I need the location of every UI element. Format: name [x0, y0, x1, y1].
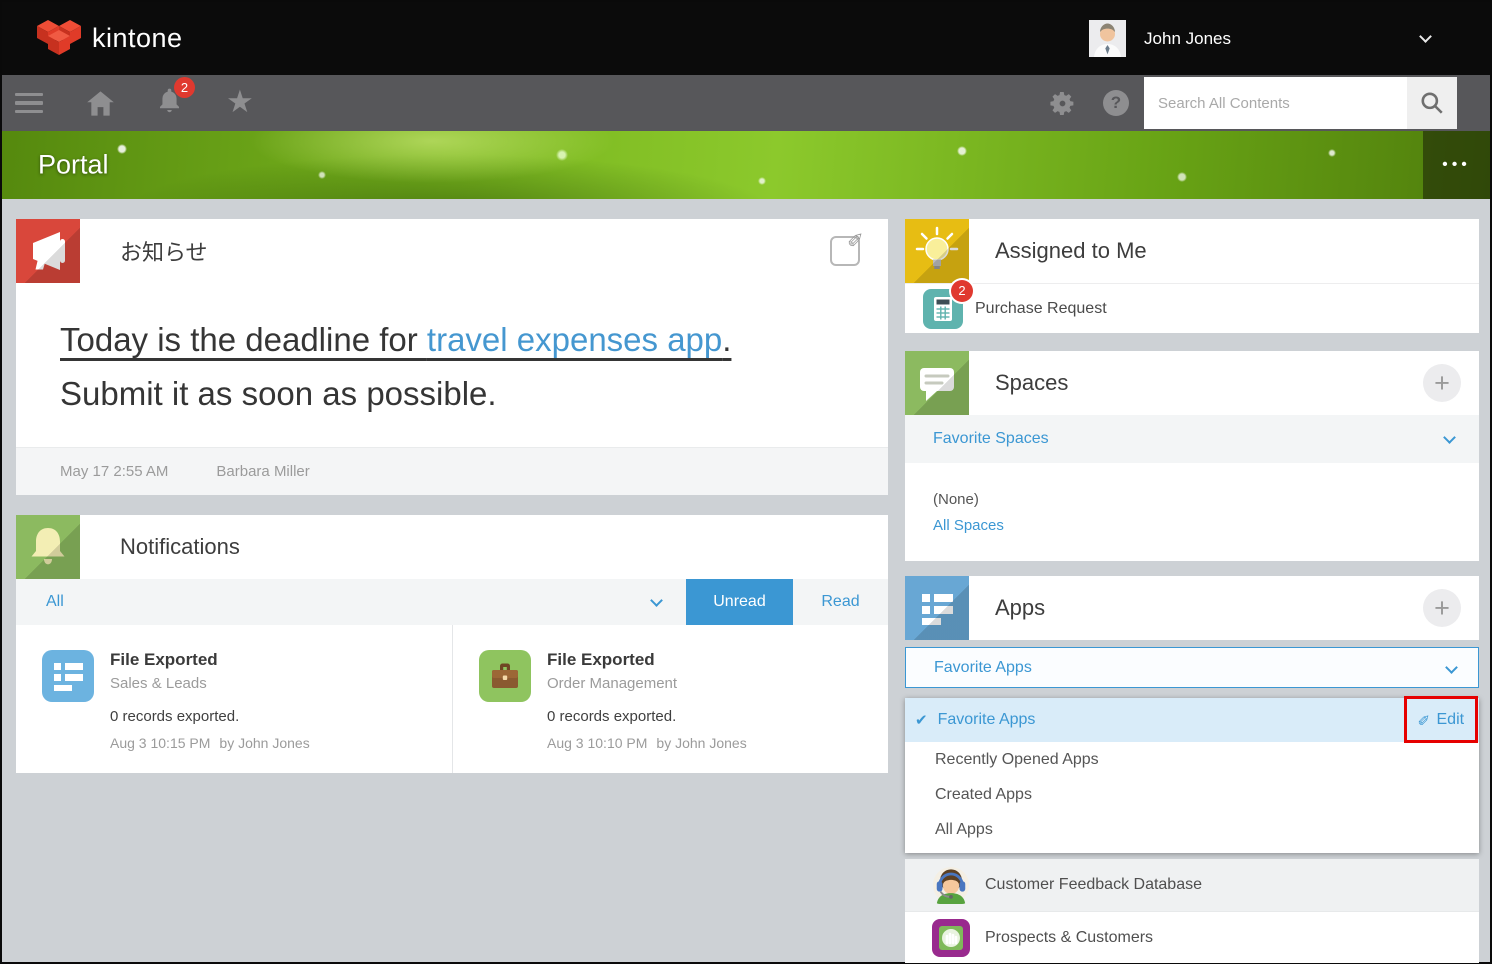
- search-bar: [1144, 77, 1457, 129]
- travel-expenses-link[interactable]: travel expenses app: [427, 321, 722, 358]
- spaces-panel: Spaces + Favorite Spaces (None) All Spac…: [905, 351, 1479, 561]
- assigned-panel: Assigned to Me: [905, 219, 1479, 333]
- dropdown-item-favorite-apps[interactable]: ✔ Favorite Apps ✎ Edit: [905, 698, 1479, 742]
- cover-header: Portal •••: [2, 131, 1490, 199]
- spaces-title: Spaces: [995, 370, 1068, 396]
- notifications-filter-chevron-icon[interactable]: [650, 594, 663, 607]
- apps-title: Apps: [995, 595, 1045, 621]
- notification-time: Aug 3 10:10 PM: [547, 735, 647, 751]
- announcement-period: .: [722, 321, 731, 358]
- apps-filter-dropdown: ✔ Favorite Apps ✎ Edit Recently Opened A…: [905, 698, 1479, 853]
- portal-options-button[interactable]: •••: [1423, 131, 1490, 199]
- bell-panel-icon: [16, 515, 80, 579]
- dropdown-item-recently-opened-apps[interactable]: Recently Opened Apps: [905, 742, 1479, 777]
- apps-filter-chevron-icon: [1445, 661, 1458, 674]
- user-name[interactable]: John Jones: [1144, 29, 1231, 49]
- search-input[interactable]: [1144, 77, 1407, 129]
- apps-panel: Apps + Favorite Apps ✔ Favorite Apps ✎ E…: [905, 576, 1479, 963]
- notification-item[interactable]: File Exported Sales & Leads 0 records ex…: [16, 625, 452, 773]
- search-button[interactable]: [1407, 77, 1457, 129]
- add-app-button[interactable]: +: [1423, 589, 1461, 627]
- assigned-count-badge: 2: [951, 280, 973, 302]
- table-app-icon: [42, 650, 94, 702]
- app-name: Prospects & Customers: [985, 929, 1153, 947]
- announcement-author: Barbara Miller: [216, 463, 309, 480]
- notification-title: File Exported: [110, 650, 310, 670]
- toolbar: 2 ★ ?: [2, 75, 1490, 131]
- search-icon: [1419, 90, 1445, 116]
- lightbulb-icon: [905, 219, 969, 283]
- announcement-line1: Today is the deadline for travel expense…: [60, 321, 844, 359]
- megaphone-icon: [16, 219, 80, 283]
- notification-count-badge: 2: [174, 77, 195, 98]
- assigned-title: Assigned to Me: [995, 238, 1147, 264]
- favorites-star-icon[interactable]: ★: [226, 86, 254, 117]
- unread-tab-button[interactable]: Unread: [686, 579, 793, 625]
- app-name: Customer Feedback Database: [985, 876, 1202, 894]
- notifications-bell-icon[interactable]: 2: [156, 87, 183, 120]
- menu-hamburger-icon[interactable]: [15, 93, 43, 114]
- spaces-filter-chevron-icon[interactable]: [1443, 431, 1456, 444]
- kintone-logo-icon: [36, 19, 82, 59]
- apps-filter-select[interactable]: Favorite Apps: [905, 647, 1479, 688]
- app-row-prospects-customers[interactable]: Prospects & Customers: [905, 911, 1479, 963]
- notification-app-name: Sales & Leads: [110, 675, 310, 692]
- assigned-item-purchase-request[interactable]: 2 Purchase Request: [905, 283, 1479, 333]
- announcement-date: May 17 2:55 AM: [60, 463, 168, 480]
- notification-author: by John Jones: [219, 735, 309, 751]
- hand-app-icon: [932, 919, 970, 957]
- user-menu-chevron-icon[interactable]: [1419, 30, 1432, 43]
- read-tab-button[interactable]: Read: [793, 579, 888, 625]
- notification-time: Aug 3 10:15 PM: [110, 735, 210, 751]
- announcement-text: Today is the deadline for: [60, 321, 427, 358]
- edit-label: Edit: [1437, 711, 1465, 729]
- notification-title: File Exported: [547, 650, 747, 670]
- spaces-filter-bar: Favorite Spaces: [905, 415, 1479, 463]
- all-spaces-link[interactable]: All Spaces: [933, 517, 1479, 534]
- apps-filter-value: Favorite Apps: [934, 659, 1032, 677]
- help-icon[interactable]: ?: [1103, 90, 1129, 116]
- notification-message: 0 records exported.: [547, 708, 747, 725]
- apps-list-icon: [905, 576, 969, 640]
- settings-gear-icon[interactable]: [1048, 89, 1077, 118]
- briefcase-app-icon: [479, 650, 531, 702]
- notifications-filter-bar: All Unread Read: [16, 579, 888, 625]
- brand-name: kintone: [92, 23, 183, 54]
- spaces-filter-label[interactable]: Favorite Spaces: [933, 430, 1049, 448]
- speech-bubble-icon: [905, 351, 969, 415]
- check-icon: ✔: [915, 711, 928, 729]
- notifications-title: Notifications: [120, 534, 240, 560]
- notification-author: by John Jones: [656, 735, 746, 751]
- dropdown-item-all-apps[interactable]: All Apps: [905, 812, 1479, 847]
- top-bar: kintone John Jones: [2, 2, 1490, 75]
- app-row-customer-feedback-database[interactable]: Customer Feedback Database: [905, 859, 1479, 911]
- dropdown-item-created-apps[interactable]: Created Apps: [905, 777, 1479, 812]
- announcement-line2: Submit it as soon as possible.: [60, 375, 844, 413]
- user-avatar[interactable]: [1089, 20, 1126, 57]
- announcement-panel: お知らせ ✎ Today is the deadline for travel …: [16, 219, 888, 495]
- home-icon[interactable]: [86, 90, 115, 117]
- pencil-icon: ✎: [1415, 713, 1433, 726]
- edit-announcement-icon[interactable]: ✎: [830, 236, 860, 266]
- portal-content: お知らせ ✎ Today is the deadline for travel …: [2, 199, 1490, 962]
- assigned-item-label: Purchase Request: [975, 300, 1107, 318]
- announcement-title: お知らせ: [120, 235, 208, 267]
- edit-highlight-annotation: ✎ Edit: [1404, 696, 1478, 743]
- notifications-filter-all[interactable]: All: [46, 593, 64, 611]
- dropdown-item-label: Favorite Apps: [938, 711, 1036, 729]
- notification-app-name: Order Management: [547, 675, 747, 692]
- add-space-button[interactable]: +: [1423, 364, 1461, 402]
- page-title: Portal: [38, 150, 109, 181]
- support-agent-avatar-icon: [932, 866, 970, 904]
- edit-favorite-apps-button[interactable]: ✎ Edit: [1418, 711, 1464, 729]
- notifications-panel: Notifications All Unread Read: [16, 515, 888, 773]
- notification-item[interactable]: File Exported Order Management 0 records…: [452, 625, 888, 773]
- spaces-empty-label: (None): [933, 491, 1479, 508]
- notification-message: 0 records exported.: [110, 708, 310, 725]
